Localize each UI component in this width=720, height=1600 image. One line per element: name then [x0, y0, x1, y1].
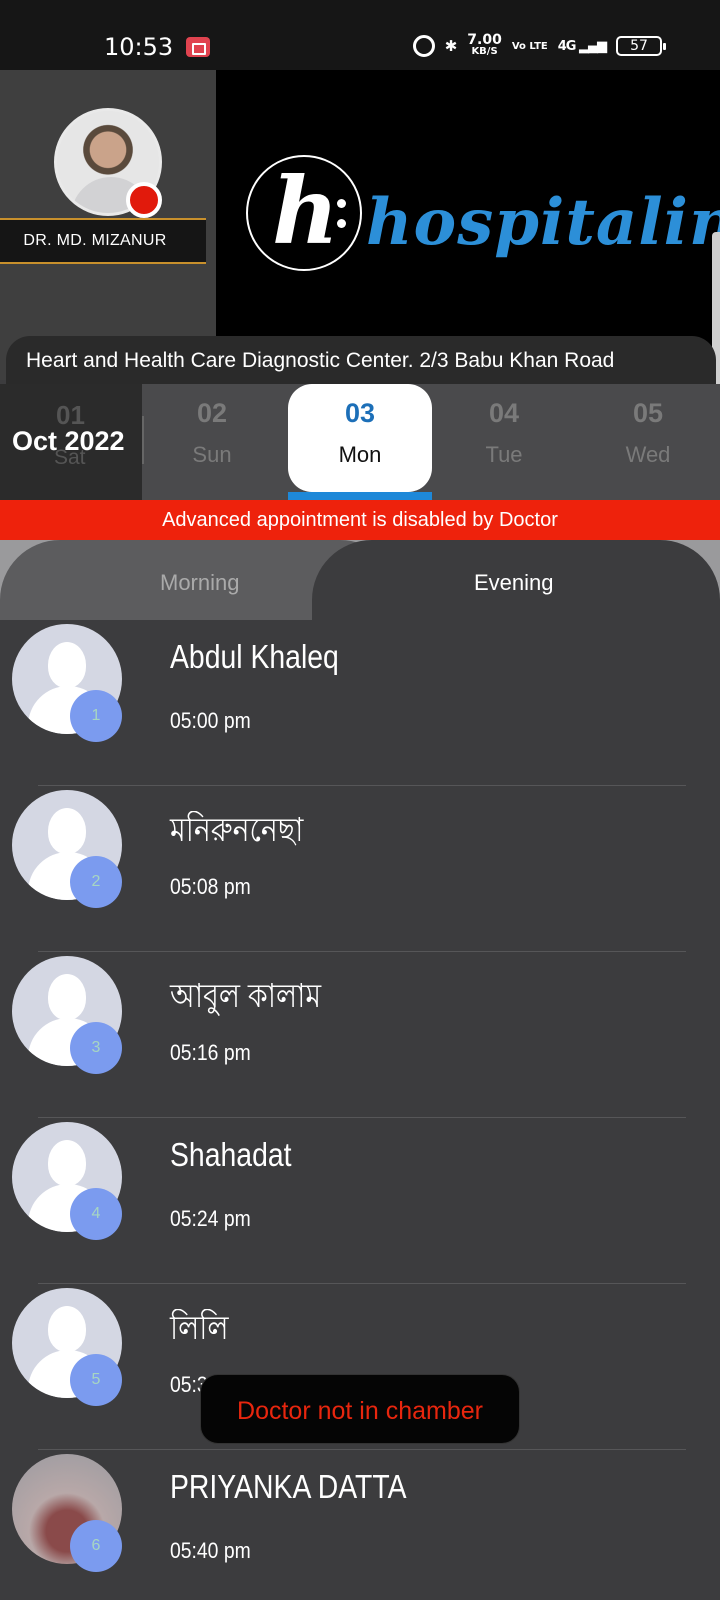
- date-item-02[interactable]: 02 Sun: [140, 384, 284, 500]
- serial-badge: 1: [70, 690, 122, 742]
- date-number: 03: [344, 398, 376, 428]
- battery-icon: 57: [616, 36, 666, 56]
- patient-name: PRIYANKA DATTA: [170, 1468, 407, 1505]
- bluetooth-icon: ✱: [444, 37, 458, 55]
- network-speed: 7.00 KB/S: [467, 32, 502, 58]
- month-label: Oct 2022: [12, 426, 125, 456]
- date-weekday: Mon: [338, 442, 382, 467]
- patient-name: মনিরুননেছা: [170, 811, 304, 848]
- date-number: 04: [488, 398, 520, 428]
- logo-icon: h: [246, 155, 362, 271]
- serial-badge: 4: [70, 1188, 122, 1240]
- date-item-04[interactable]: 04 Tue: [432, 384, 576, 500]
- status-time: 10:53: [104, 33, 174, 61]
- tab-morning-label[interactable]: Morning: [160, 570, 239, 596]
- date-number: 05: [632, 398, 664, 428]
- toast-message: Doctor not in chamber: [200, 1374, 520, 1444]
- list-item[interactable]: 3 আবুল কালাম 05:16 pm: [0, 952, 720, 1118]
- date-weekday: Sun: [192, 442, 232, 467]
- patient-name: Shahadat: [170, 1136, 292, 1173]
- status-bar: 10:53 ✱ 7.00 KB/S Vo LTE 4G ▂▄▆ 57: [0, 0, 720, 70]
- doctor-status-indicator: [126, 182, 162, 218]
- alarm-icon: [412, 35, 435, 57]
- appointment-time: 05:40 pm: [170, 1538, 251, 1563]
- patient-name: Abdul Khaleq: [170, 638, 339, 675]
- appointment-time: 05:16 pm: [170, 1040, 251, 1065]
- patient-name: আবুল কালাম: [170, 977, 322, 1014]
- date-weekday: Wed: [625, 442, 671, 467]
- serial-badge: 2: [70, 856, 122, 908]
- date-item-03-selected[interactable]: 03 Mon: [288, 384, 432, 500]
- tab-evening-label[interactable]: Evening: [474, 570, 554, 596]
- date-weekday: Tue: [485, 442, 523, 467]
- doctor-name-bar: DR. MD. MIZANUR: [0, 218, 206, 264]
- notice-banner: Advanced appointment is disabled by Doct…: [0, 500, 720, 540]
- date-item-05[interactable]: 05 Wed: [576, 384, 720, 500]
- appointment-time: 05:00 pm: [170, 708, 251, 733]
- signal-icon: 4G ▂▄▆: [557, 38, 607, 54]
- date-number: 02: [196, 398, 228, 428]
- serial-badge: 3: [70, 1022, 122, 1074]
- appointment-time: 05:08 pm: [170, 874, 251, 899]
- list-item[interactable]: 1 Abdul Khaleq 05:00 pm: [0, 620, 720, 786]
- list-item[interactable]: 6 PRIYANKA DATTA 05:40 pm: [0, 1450, 720, 1600]
- logo-mark: h: [272, 157, 339, 265]
- serial-badge: 5: [70, 1354, 122, 1406]
- appointment-time: 05:24 pm: [170, 1206, 251, 1231]
- screen-record-icon: [186, 37, 210, 57]
- list-item[interactable]: 2 মনিরুননেছা 05:08 pm: [0, 786, 720, 952]
- toast-text: Doctor not in chamber: [237, 1397, 483, 1425]
- serial-badge: 6: [70, 1520, 122, 1572]
- list-item[interactable]: 4 Shahadat 05:24 pm: [0, 1118, 720, 1284]
- logo-text: hospitalin: [366, 185, 720, 260]
- patient-name: লিলি: [170, 1309, 229, 1346]
- doctor-name: DR. MD. MIZANUR: [23, 232, 167, 249]
- status-icons: ✱ 7.00 KB/S Vo LTE 4G ▂▄▆ 57: [412, 32, 666, 58]
- speed-unit: KB/S: [471, 46, 498, 57]
- chamber-address: Heart and Health Care Diagnostic Center.…: [26, 349, 615, 372]
- speed-value: 7.00: [467, 32, 502, 48]
- volte-icon: Vo LTE: [511, 40, 548, 52]
- selected-date-indicator: [288, 492, 432, 500]
- network-type: 4G: [557, 38, 577, 54]
